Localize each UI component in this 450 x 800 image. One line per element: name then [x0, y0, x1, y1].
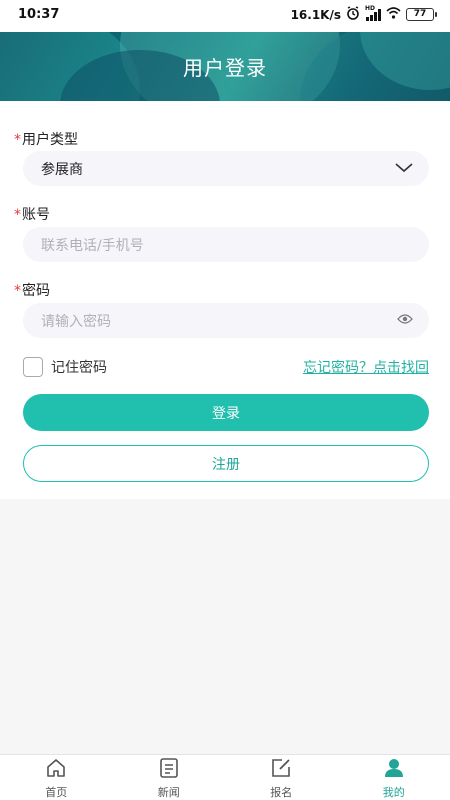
wifi-icon — [386, 7, 401, 22]
user-type-value: 参展商 — [41, 161, 83, 178]
login-form: *用户类型 参展商 *账号 联系电话/手机号 *密码 请输入密码 记住密码 忘记… — [0, 101, 450, 499]
login-button[interactable]: 登录 — [23, 394, 429, 431]
page-title: 用户登录 — [183, 56, 267, 80]
register-button[interactable]: 注册 — [23, 445, 429, 482]
hd-label: HD — [365, 4, 376, 12]
tab-label: 新闻 — [157, 786, 180, 799]
forgot-password-link[interactable]: 忘记密码？点击找回 — [303, 357, 429, 377]
remember-checkbox[interactable] — [23, 357, 43, 377]
tab-signup[interactable]: 报名 — [225, 755, 338, 800]
account-label: *账号 — [14, 207, 50, 223]
password-placeholder: 请输入密码 — [41, 313, 111, 330]
tab-news[interactable]: 新闻 — [113, 755, 226, 800]
tab-label: 首页 — [45, 786, 68, 799]
status-time: 10:37 — [18, 7, 60, 22]
network-speed: 16.1K/s — [290, 7, 341, 22]
signal-icon: HD — [365, 5, 381, 21]
user-type-select[interactable]: 参展商 — [23, 151, 429, 186]
alarm-icon — [346, 6, 360, 23]
remember-password[interactable]: 记住密码 — [23, 357, 107, 377]
account-placeholder: 联系电话/手机号 — [41, 237, 144, 254]
status-bar: 10:37 16.1K/s HD 77 — [0, 0, 450, 32]
home-icon — [45, 757, 67, 782]
user-icon — [383, 757, 405, 782]
bottom-tab-bar: 首页 新闻 报名 我的 — [0, 754, 450, 800]
account-input[interactable]: 联系电话/手机号 — [23, 227, 429, 262]
eye-icon[interactable] — [397, 313, 413, 329]
password-input[interactable]: 请输入密码 — [23, 303, 429, 338]
tab-label: 我的 — [382, 786, 405, 799]
password-label: *密码 — [14, 283, 50, 299]
tab-mine[interactable]: 我的 — [338, 755, 450, 800]
user-type-label: *用户类型 — [14, 132, 78, 148]
remember-label: 记住密码 — [51, 360, 107, 376]
news-icon — [158, 757, 180, 782]
chevron-down-icon — [395, 161, 413, 177]
tab-home[interactable]: 首页 — [0, 755, 113, 800]
header-banner: 10:37 16.1K/s HD 77 用户登录 — [0, 0, 450, 101]
tab-label: 报名 — [270, 786, 293, 799]
battery-icon: 77 — [406, 8, 437, 21]
signup-edit-icon — [270, 757, 292, 782]
